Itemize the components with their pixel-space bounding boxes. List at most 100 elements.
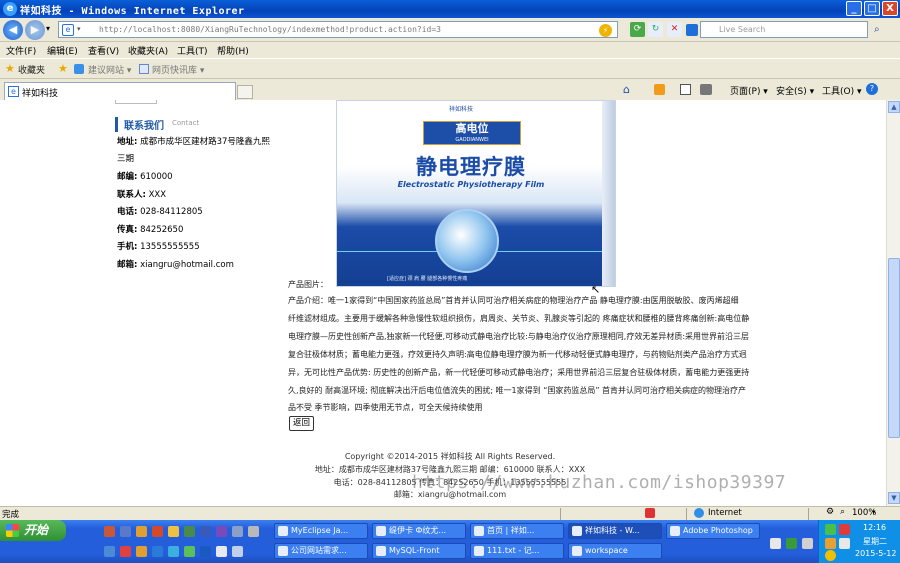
task-workspace[interactable]: workspace (568, 543, 662, 559)
read-mail-icon[interactable] (680, 84, 691, 95)
tray-icon[interactable] (825, 524, 836, 535)
keyboard-tray-icon[interactable] (770, 538, 781, 549)
back-button[interactable]: 返回 (289, 416, 315, 431)
help-icon[interactable]: ? (866, 83, 878, 95)
security-shield-icon[interactable] (825, 550, 836, 561)
quicklaunch-icon[interactable] (248, 526, 259, 537)
task-ie-current[interactable]: 祥如科技 - W... (568, 523, 662, 539)
zoom-icon[interactable]: ⌕ (840, 507, 845, 517)
quicklaunch-icon[interactable] (232, 526, 243, 537)
stop-icon[interactable]: ✕ (667, 22, 682, 37)
menu-file[interactable]: 文件(F) (6, 44, 36, 57)
clock-time[interactable]: 12:16 (863, 523, 886, 532)
new-tab-button[interactable] (237, 85, 253, 99)
address-bar[interactable]: e ▾ http://localhost:8080/XiangRuTechnol… (58, 21, 618, 38)
close-button[interactable]: X (882, 1, 898, 16)
address-dropdown-icon[interactable]: ▾ (77, 25, 81, 33)
scroll-down-icon[interactable]: ▼ (888, 492, 900, 504)
forward-nav-button[interactable]: ▶ (25, 20, 45, 40)
tab-row: e 祥如科技 ⌂ 页面(P) ▾ 安全(S) ▾ 工具(O) ▾ ? (0, 78, 900, 100)
home-icon[interactable]: ⌂ (623, 83, 630, 96)
tools-menu[interactable]: 工具(O) ▾ (822, 84, 862, 97)
contact-email-label: 邮箱: (117, 260, 138, 270)
page-menu[interactable]: 页面(P) ▾ (730, 84, 768, 97)
quicklaunch-icon[interactable] (168, 526, 179, 537)
contact-address: 地址: 成都市成华区建材路37号隆鑫九熙 (117, 134, 292, 151)
start-button[interactable]: 开始 (0, 520, 66, 541)
safety-menu[interactable]: 安全(S) ▾ (776, 84, 814, 97)
tray-icon[interactable] (802, 538, 813, 549)
quicklaunch-icon[interactable] (184, 546, 195, 557)
refresh-page-icon[interactable]: ⟳ (630, 22, 645, 37)
search-icon[interactable]: ⌕ (874, 24, 880, 35)
task-requirements-doc[interactable]: 公司网站需求... (274, 543, 368, 559)
status-separator (808, 508, 809, 520)
menu-view[interactable]: 查看(V) (88, 44, 119, 57)
quicklaunch-icon[interactable] (120, 546, 131, 557)
menu-bar: 文件(F) 编辑(E) 查看(V) 收藏夹(A) 工具(T) 帮助(H) (0, 42, 900, 58)
web-slice-gallery-link[interactable]: 网页快讯库 ▾ (152, 63, 204, 76)
contact-fax: 传真: 84252650 (117, 222, 292, 239)
volume-icon[interactable] (839, 538, 850, 549)
task-icon (670, 526, 680, 536)
taskbar: 开始 MyEclipse Ja... 缇伊卡 Ф纹尤... 首页 | 祥如...… (0, 520, 900, 563)
search-input[interactable]: Live Search (700, 21, 868, 38)
tab-current[interactable]: e 祥如科技 (4, 82, 236, 100)
task-homepage[interactable]: 首页 | 祥如... (470, 523, 564, 539)
quicklaunch-icon[interactable] (152, 546, 163, 557)
maximize-button[interactable]: □ (864, 1, 880, 16)
back-nav-button[interactable]: ◀ (3, 20, 23, 40)
task-photoshop[interactable]: Adobe Photoshop (666, 523, 760, 539)
history-dropdown-icon[interactable]: ▾ (46, 24, 50, 33)
task-icon (376, 526, 386, 536)
contact-phone-label: 电话: (117, 207, 138, 217)
quicklaunch-icon[interactable] (200, 546, 211, 557)
page-content: 联系我们 Contact 地址: 成都市成华区建材路37号隆鑫九熙 三期 邮编:… (0, 100, 886, 506)
quicklaunch-icon[interactable] (104, 546, 115, 557)
tray-icon[interactable] (839, 524, 850, 535)
quicklaunch-icon[interactable] (232, 546, 243, 557)
task-icon (278, 526, 288, 536)
compat-view-icon[interactable]: ⚡ (599, 24, 612, 37)
quicklaunch-icon[interactable] (152, 526, 163, 537)
scroll-thumb[interactable] (888, 258, 900, 438)
favorites-button[interactable]: 收藏夹 (18, 63, 45, 76)
address-toolbar: ◀ ▶ ▾ e ▾ http://localhost:8080/XiangRuT… (0, 18, 900, 42)
address-url[interactable]: http://localhost:8080/XiangRuTechnology/… (99, 25, 441, 34)
menu-edit[interactable]: 编辑(E) (47, 44, 78, 57)
quicklaunch-icon[interactable] (216, 546, 227, 557)
quicklaunch-icon[interactable] (184, 526, 195, 537)
quicklaunch-icon[interactable] (200, 526, 211, 537)
task-myeclipse[interactable]: MyEclipse Ja... (274, 523, 368, 539)
minimize-button[interactable]: _ (846, 1, 862, 16)
scroll-up-icon[interactable]: ▲ (888, 101, 900, 113)
vertical-scrollbar[interactable]: ▲ ▼ (886, 100, 900, 506)
quicklaunch-icon[interactable] (136, 526, 147, 537)
tray-icon[interactable] (825, 538, 836, 549)
task-label: 祥如科技 - W... (585, 526, 640, 535)
contact-person-value: XXX (148, 190, 167, 200)
refresh-icon[interactable]: ↻ (648, 22, 663, 37)
quicklaunch-icon[interactable] (120, 526, 131, 537)
quicklaunch-icon[interactable] (216, 526, 227, 537)
feeds-icon[interactable] (654, 84, 665, 95)
protected-mode-icon[interactable]: ⚙ (826, 507, 834, 517)
quicklaunch-icon[interactable] (104, 526, 115, 537)
menu-help[interactable]: 帮助(H) (217, 44, 249, 57)
zoom-dropdown-icon[interactable]: ▾ (872, 508, 876, 516)
quicklaunch-icon[interactable] (136, 546, 147, 557)
menu-favorites[interactable]: 收藏夹(A) (128, 44, 168, 57)
task-notepad[interactable]: 111.txt - 记... (470, 543, 564, 559)
quicklaunch-icon[interactable] (168, 546, 179, 557)
add-favorite-icon[interactable]: ★ (58, 62, 68, 75)
suggested-sites-link[interactable]: 建议网站 ▾ (88, 63, 131, 76)
task-app-2[interactable]: 缇伊卡 Ф纹尤... (372, 523, 466, 539)
task-icon (278, 546, 288, 556)
contact-email: 邮箱: xiangru@hotmail.com (117, 257, 292, 274)
task-mysql-front[interactable]: MySQL-Front (372, 543, 466, 559)
contact-postcode-value: 610000 (140, 172, 173, 182)
contact-fax-label: 传真: (117, 225, 138, 235)
menu-tools[interactable]: 工具(T) (177, 44, 208, 57)
print-icon[interactable] (700, 84, 712, 95)
tray-icon[interactable] (786, 538, 797, 549)
